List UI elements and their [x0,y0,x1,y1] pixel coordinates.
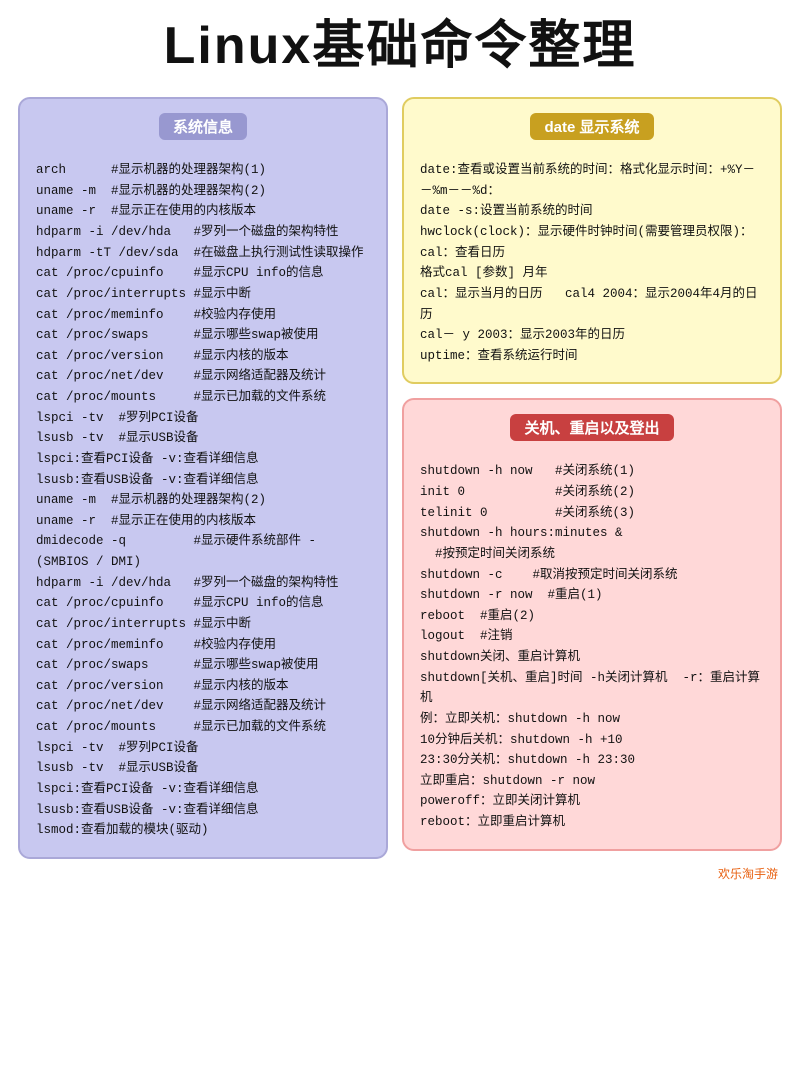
left-column: 系统信息 arch #显示机器的处理器架构(1) uname -m #显示机器的… [18,97,388,859]
content-row: 系统信息 arch #显示机器的处理器架构(1) uname -m #显示机器的… [18,97,782,859]
date-header-wrap: date 显示系统 [420,113,764,150]
page-title: Linux基础命令整理 [18,18,782,75]
shutdown-content: shutdown -h now #关闭系统(1) init 0 #关闭系统(2)… [420,461,764,832]
title-section: Linux基础命令整理 [18,18,782,75]
shutdown-header-wrap: 关机、重启以及登出 [420,414,764,451]
date-card: date 显示系统 date:查看或设置当前系统的时间：格式化显示时间：+%Y－… [402,97,782,384]
shutdown-header: 关机、重启以及登出 [510,414,673,441]
shutdown-card: 关机、重启以及登出 shutdown -h now #关闭系统(1) init … [402,398,782,850]
right-column: date 显示系统 date:查看或设置当前系统的时间：格式化显示时间：+%Y－… [402,97,782,851]
watermark: 欢乐淘手游 [18,865,782,882]
sysinfo-header-wrap: 系统信息 [36,113,370,150]
sysinfo-header: 系统信息 [159,113,247,140]
sysinfo-content: arch #显示机器的处理器架构(1) uname -m #显示机器的处理器架构… [36,160,370,841]
date-header: date 显示系统 [530,113,653,140]
page-container: Linux基础命令整理 系统信息 arch #显示机器的处理器架构(1) una… [0,0,800,1087]
sysinfo-card: 系统信息 arch #显示机器的处理器架构(1) uname -m #显示机器的… [18,97,388,859]
date-content: date:查看或设置当前系统的时间：格式化显示时间：+%Y－－%m－－%d： d… [420,160,764,366]
